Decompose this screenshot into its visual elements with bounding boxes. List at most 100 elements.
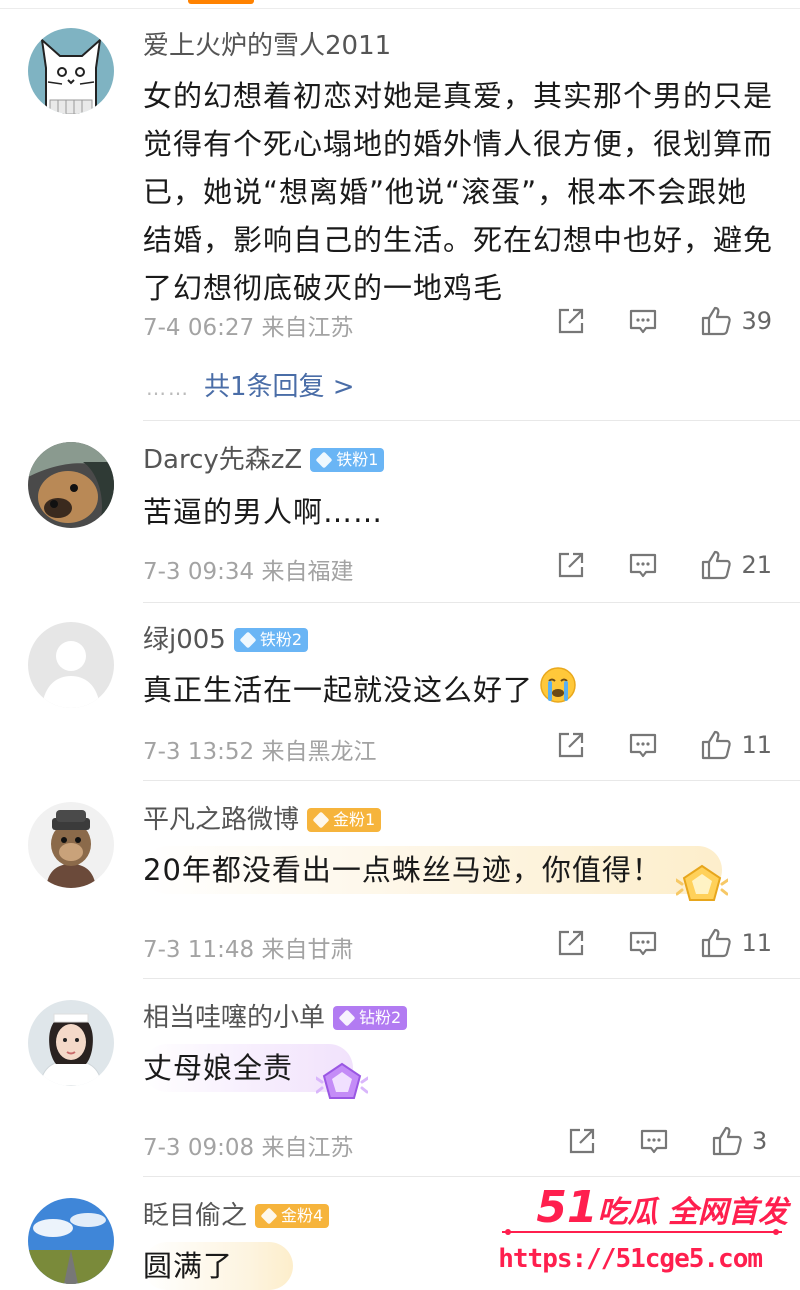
fan-badge: 铁粉2 <box>233 628 309 652</box>
badge-text: 金粉4 <box>281 1206 324 1225</box>
comment-meta: 7-3 11:48 来自甘肃 <box>143 930 353 964</box>
comment-icon <box>630 309 657 334</box>
watermark: 51吃瓜 全网首发 https://51cge5.com <box>492 1178 792 1278</box>
comment-actions: 11 <box>555 926 772 960</box>
thumbs-up-icon <box>702 550 732 580</box>
username-text[interactable]: 绿j005 <box>143 624 226 656</box>
purple-badge-sticker-icon <box>314 1060 370 1108</box>
like-count: 11 <box>741 929 772 957</box>
default-avatar-icon[interactable] <box>28 622 114 708</box>
thumbs-up-icon <box>702 306 732 336</box>
watermark-brand: 51吃瓜 全网首发 <box>536 1182 788 1233</box>
username[interactable]: Darcy先森zZ 铁粉1 <box>143 444 385 476</box>
comment-button[interactable] <box>627 729 659 761</box>
comment-text: 苦逼的男人啊…… <box>143 495 384 529</box>
fan-badge: 钻粉2 <box>333 1006 408 1030</box>
watermark-url: https://51cge5.com <box>498 1244 763 1274</box>
comment-actions: 39 <box>555 304 772 338</box>
cat-avatar-icon[interactable] <box>28 28 114 114</box>
comment-icon <box>630 553 657 578</box>
comment-text: 女的幻想着初恋对她是真爱，其实那个男的只是觉得有个死心塌地的婚外情人很方便，很划… <box>143 79 774 305</box>
like-count: 21 <box>741 551 772 579</box>
comment-icon <box>630 733 657 758</box>
comment-divider <box>143 1176 800 1177</box>
share-button[interactable] <box>555 729 587 761</box>
share-button[interactable] <box>555 305 587 337</box>
comment-button[interactable] <box>638 1125 670 1157</box>
fan-badge: 金粉4 <box>255 1204 330 1228</box>
crying-face-emoji <box>539 666 577 718</box>
thumbs-up-icon <box>712 1126 742 1156</box>
gold-gem-icon <box>312 811 330 829</box>
like-button[interactable]: 21 <box>699 548 772 582</box>
like-button[interactable]: 11 <box>699 926 772 960</box>
badge-text: 铁粉2 <box>259 630 303 649</box>
username[interactable]: 绿j005 铁粉2 <box>143 624 309 656</box>
thumbs-up-icon <box>702 928 732 958</box>
comment-divider <box>143 978 800 979</box>
fan-badge: 铁粉1 <box>310 448 385 472</box>
diamond-icon <box>239 631 257 649</box>
nurse-avatar-icon[interactable] <box>28 1000 114 1086</box>
watermark-brand-number: 51 <box>536 1182 598 1233</box>
purple-gem-icon <box>338 1009 356 1027</box>
comment-location: 来自甘肃 <box>261 937 354 963</box>
username[interactable]: 相当哇噻的小单 钻粉2 <box>143 1002 408 1034</box>
like-count: 3 <box>752 1127 768 1155</box>
comment-text-content: 真正生活在一起就没这么好了 <box>143 673 534 707</box>
comment-location: 来自福建 <box>261 559 354 585</box>
username-text[interactable]: Darcy先森zZ <box>143 444 302 476</box>
badge-text: 钻粉2 <box>359 1008 402 1027</box>
diamond-icon <box>315 451 333 469</box>
share-icon <box>569 1128 595 1154</box>
comment-meta: 7-4 06:27 来自江苏 <box>143 308 353 342</box>
username[interactable]: 眨目偷之 金粉4 <box>143 1200 330 1232</box>
comment-time: 7-3 09:08 <box>143 1135 255 1161</box>
like-button[interactable]: 3 <box>710 1124 772 1158</box>
like-button[interactable]: 11 <box>699 728 772 762</box>
comment-button[interactable] <box>627 549 659 581</box>
comment-button[interactable] <box>627 927 659 959</box>
comment-divider <box>143 780 800 781</box>
comment-actions: 3 <box>566 1124 772 1158</box>
share-icon <box>559 732 584 758</box>
share-icon <box>559 308 584 334</box>
watermark-brand-text: 吃瓜 全网首发 <box>597 1195 788 1230</box>
like-count: 39 <box>741 307 772 335</box>
comment-button[interactable] <box>627 305 659 337</box>
like-button[interactable]: 39 <box>699 304 772 338</box>
username-text[interactable]: 平凡之路微博 <box>143 804 299 836</box>
share-button[interactable] <box>566 1125 598 1157</box>
comment-divider <box>143 602 800 603</box>
view-replies-link[interactable]: …… 共1条回复 > <box>146 366 355 403</box>
badge-text: 金粉1 <box>333 810 376 829</box>
username[interactable]: 平凡之路微博 金粉1 <box>143 804 382 836</box>
dog-avatar-icon[interactable] <box>28 442 114 528</box>
comment-time: 7-3 09:34 <box>143 559 255 585</box>
comment-icon <box>640 1129 668 1154</box>
username-text[interactable]: 相当哇噻的小单 <box>143 1002 325 1034</box>
landscape-avatar-icon[interactable] <box>28 1198 114 1284</box>
comment-time: 7-3 13:52 <box>143 739 255 765</box>
active-tab-indicator <box>188 0 254 4</box>
username-text[interactable]: 眨目偷之 <box>143 1200 247 1232</box>
comment-location: 来自黑龙江 <box>261 739 377 765</box>
gold-badge-sticker-icon <box>674 862 730 910</box>
comment-meta: 7-3 13:52 来自黑龙江 <box>143 732 376 766</box>
comment-time: 7-3 11:48 <box>143 937 255 963</box>
comment-text: 真正生活在一起就没这么好了 <box>143 666 773 718</box>
gold-gem-icon <box>260 1207 278 1225</box>
comment-actions: 21 <box>555 548 772 582</box>
username-text[interactable]: 爱上火炉的雪人2011 <box>143 30 391 62</box>
monkey-avatar-icon[interactable] <box>28 802 114 888</box>
top-divider <box>0 0 800 9</box>
share-button[interactable] <box>555 927 587 959</box>
share-button[interactable] <box>555 549 587 581</box>
comment-icon <box>630 931 657 956</box>
comment-location: 来自江苏 <box>261 315 354 341</box>
share-icon <box>559 930 584 956</box>
thumbs-up-icon <box>702 730 732 760</box>
comment-meta: 7-3 09:08 来自江苏 <box>143 1128 353 1162</box>
reply-link-text[interactable]: 共1条回复 > <box>204 372 355 402</box>
username[interactable]: 爱上火炉的雪人2011 <box>143 30 391 62</box>
